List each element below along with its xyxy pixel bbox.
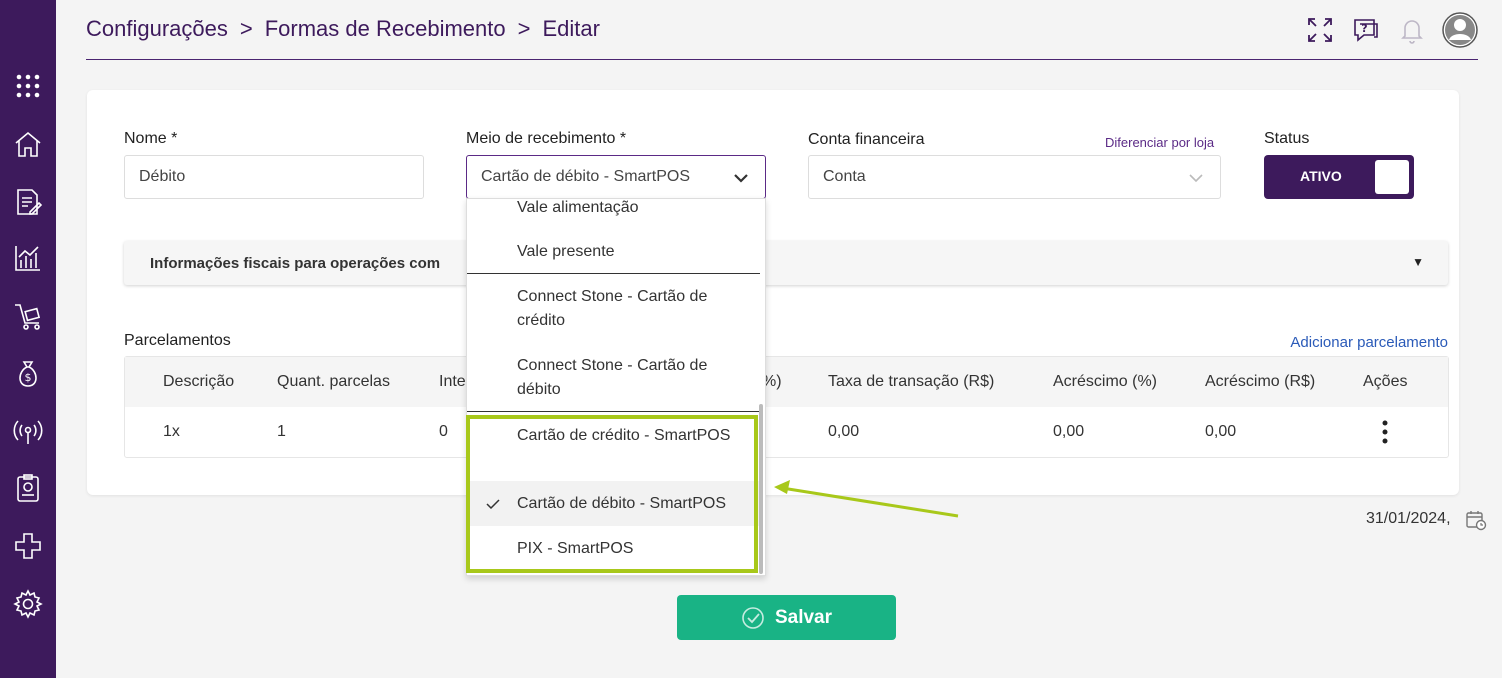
cell-inte: 0: [439, 423, 448, 440]
save-button[interactable]: Salvar: [677, 595, 896, 640]
col-inte: Inte: [439, 373, 466, 390]
cell-quant: 1: [277, 423, 286, 440]
highlight-box: [466, 415, 758, 573]
annotation-arrow-icon: [774, 480, 959, 518]
cell-acrescimo-rs: 0,00: [1205, 423, 1237, 440]
col-quant-parcelas: Quant. parcelas: [277, 373, 390, 390]
adicionar-parcelamento-link[interactable]: Adicionar parcelamento: [1290, 334, 1448, 351]
status-value: ATIVO: [1300, 168, 1342, 184]
col-acrescimo-pct: Acréscimo (%): [1053, 373, 1158, 390]
meio-label: Meio de recebimento *: [466, 130, 627, 147]
dropdown-option[interactable]: Vale presente: [517, 240, 747, 264]
form-card: Nome * Débito Meio de recebimento * Cart…: [87, 90, 1459, 495]
meio-value: Cartão de débito - SmartPOS: [481, 168, 690, 185]
nome-input[interactable]: Débito: [124, 155, 424, 199]
dropdown-scrollbar[interactable]: [759, 404, 763, 574]
dropdown-option[interactable]: Connect Stone - Cartão de débito: [517, 354, 747, 402]
breadcrumb-separator: >: [517, 16, 531, 41]
sidebar: $: [0, 0, 56, 678]
cell-descricao: 1x: [163, 423, 180, 440]
svg-text:$: $: [25, 371, 32, 384]
breadcrumb-item-configuracoes[interactable]: Configurações: [86, 16, 228, 42]
apps-grid-icon[interactable]: [10, 68, 46, 104]
status-toggle[interactable]: ATIVO: [1264, 155, 1414, 199]
plus-network-icon[interactable]: [10, 528, 46, 564]
date-text: 31/01/2024,: [1366, 510, 1451, 527]
chevron-down-icon: [734, 174, 748, 183]
cell-taxa-rs: 0,00: [828, 423, 860, 440]
breadcrumb-item-formas[interactable]: Formas de Recebimento: [265, 16, 506, 42]
conta-label: Conta financeira: [808, 131, 925, 148]
breadcrumb-separator: >: [239, 16, 253, 41]
save-label: Salvar: [774, 606, 833, 628]
status-label: Status: [1264, 130, 1310, 147]
calendar-clock-icon[interactable]: [1465, 509, 1487, 531]
meio-recebimento-select[interactable]: Cartão de débito - SmartPOS: [466, 155, 766, 199]
antenna-icon[interactable]: [10, 414, 46, 450]
chevron-down-icon: [1189, 174, 1203, 183]
kebab-menu-icon[interactable]: [1381, 419, 1389, 445]
parcelamentos-table: Descrição Quant. parcelas Inte %) Taxa d…: [124, 356, 1449, 458]
svg-text:?: ?: [1361, 22, 1367, 35]
cart-icon[interactable]: [10, 298, 46, 334]
bell-icon[interactable]: [1396, 14, 1428, 46]
parcelamentos-title: Parcelamentos: [124, 332, 231, 349]
diferenciar-link[interactable]: Diferenciar por loja: [1105, 135, 1214, 150]
home-icon[interactable]: [10, 126, 46, 162]
conta-value: Conta: [823, 168, 866, 185]
conta-select[interactable]: Conta: [808, 155, 1221, 199]
chart-icon[interactable]: [10, 240, 46, 276]
gear-icon[interactable]: [10, 586, 46, 622]
page-header: Configurações > Formas de Recebimento > …: [86, 0, 1478, 60]
fiscal-accordion[interactable]: Informações fiscais para operações com ▼: [124, 241, 1448, 285]
col-acoes: Ações: [1363, 373, 1408, 390]
check-circle-icon: [742, 606, 764, 629]
user-avatar-icon[interactable]: [1442, 12, 1478, 48]
dropdown-option[interactable]: Connect Stone - Cartão de crédito: [517, 285, 747, 333]
dropdown-option[interactable]: Vale alimentação: [517, 199, 747, 220]
toggle-knob: [1375, 160, 1409, 194]
dropdown-separator: [467, 411, 760, 412]
dropdown-separator: [467, 273, 760, 274]
col-descricao: Descrição: [163, 373, 235, 390]
document-edit-icon[interactable]: [10, 184, 46, 220]
money-bag-icon[interactable]: $: [10, 356, 46, 392]
nome-value: Débito: [139, 168, 186, 185]
report-icon[interactable]: [10, 470, 46, 506]
help-icon[interactable]: ?: [1350, 14, 1382, 46]
cell-acrescimo-pct: 0,00: [1053, 423, 1085, 440]
col-taxa-transacao: Taxa de transação (R$): [828, 373, 995, 390]
breadcrumb-item-editar: Editar: [542, 16, 600, 41]
nome-label: Nome *: [124, 130, 178, 147]
expand-icon[interactable]: [1304, 14, 1336, 46]
caret-down-icon: ▼: [1412, 255, 1424, 269]
col-acrescimo-rs: Acréscimo (R$): [1205, 373, 1316, 390]
accordion-title: Informações fiscais para operações com: [150, 255, 441, 272]
breadcrumb: Configurações > Formas de Recebimento > …: [86, 16, 600, 42]
